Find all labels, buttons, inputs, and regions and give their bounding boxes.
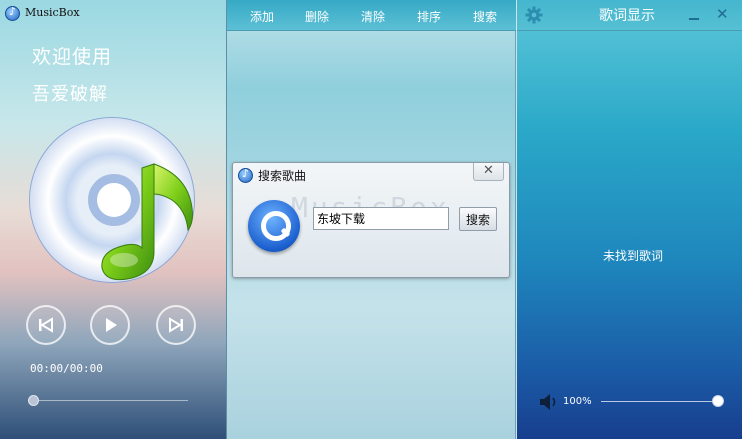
lyrics-header: 歌词显示 ✕ xyxy=(517,0,742,31)
no-lyrics-message: 未找到歌词 xyxy=(603,249,664,263)
app-title: MusicBox xyxy=(25,6,80,19)
gear-icon[interactable] xyxy=(525,6,543,24)
progress-track[interactable] xyxy=(36,400,188,401)
dialog-close-button[interactable]: ✕ xyxy=(473,163,504,181)
dialog-search-button[interactable]: 搜索 xyxy=(459,207,497,231)
dialog-title: 搜索歌曲 xyxy=(258,169,307,183)
subwelcome-text: 吾爱破解 xyxy=(32,84,108,105)
playback-controls xyxy=(26,305,198,345)
delete-button[interactable]: 删除 xyxy=(305,8,329,25)
volume-track[interactable] xyxy=(601,401,721,402)
previous-button[interactable] xyxy=(26,305,66,345)
lyrics-panel: 歌词显示 ✕ 未找到歌词 100% xyxy=(517,0,742,439)
play-icon xyxy=(106,318,117,332)
dialog-logo-icon xyxy=(238,167,253,183)
next-button[interactable] xyxy=(156,305,196,345)
search-song-dialog: 搜索歌曲 ✕ MusicBox 搜索 xyxy=(232,162,510,278)
volume-speaker-icon[interactable] xyxy=(539,393,559,411)
sort-button[interactable]: 排序 xyxy=(417,8,441,25)
volume-slider-handle[interactable] xyxy=(712,395,724,407)
search-magnifier-icon xyxy=(248,200,300,252)
titlebar: MusicBox xyxy=(0,0,227,28)
previous-icon xyxy=(39,317,53,333)
add-button[interactable]: 添加 xyxy=(250,8,274,25)
time-display: 00:00/00:00 xyxy=(30,362,103,375)
playlist-toolbar: 添加 删除 清除 排序 搜索 xyxy=(227,0,516,31)
musicbox-window: MusicBox 欢迎使用 吾爱破解 xyxy=(0,0,742,439)
play-button[interactable] xyxy=(90,305,130,345)
minimize-button[interactable] xyxy=(689,8,701,22)
progress-slider-handle[interactable] xyxy=(28,395,39,406)
lyrics-title: 歌词显示 xyxy=(599,8,655,24)
search-button[interactable]: 搜索 xyxy=(473,8,497,25)
song-search-input[interactable] xyxy=(313,207,449,230)
clear-button[interactable]: 清除 xyxy=(361,8,385,25)
music-note-icon xyxy=(101,163,193,281)
volume-percent: 100% xyxy=(563,396,592,407)
close-button[interactable]: ✕ xyxy=(716,5,729,23)
app-logo-icon xyxy=(5,5,20,21)
player-panel: MusicBox 欢迎使用 吾爱破解 xyxy=(0,0,227,439)
next-icon xyxy=(169,317,183,333)
welcome-text: 欢迎使用 xyxy=(32,46,113,68)
